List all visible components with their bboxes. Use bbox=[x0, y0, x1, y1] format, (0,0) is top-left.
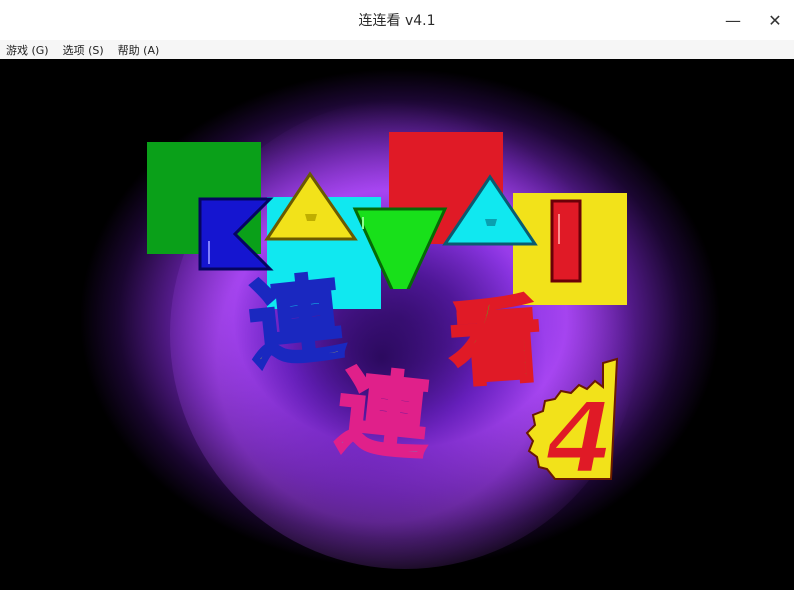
menu-game[interactable]: 游戏 (G) bbox=[6, 42, 49, 58]
logo-letter-i bbox=[550, 199, 582, 283]
menu-bar: 游戏 (G) 选项 (S) 帮助 (A) bbox=[0, 40, 794, 59]
version-number-four: 4 bbox=[543, 380, 617, 497]
kawai-logo bbox=[198, 171, 582, 289]
minimize-icon: — bbox=[725, 10, 741, 30]
menu-help[interactable]: 帮助 (A) bbox=[118, 42, 160, 58]
logo-letter-k bbox=[198, 197, 274, 271]
window-title: 连连看 v4.1 bbox=[358, 13, 436, 29]
menu-options[interactable]: 选项 (S) bbox=[63, 42, 104, 58]
close-icon: ✕ bbox=[768, 10, 782, 30]
close-button[interactable]: ✕ bbox=[760, 6, 790, 34]
title-bar[interactable]: 连连看 v4.1 — ✕ bbox=[0, 0, 794, 40]
minimize-button[interactable]: — bbox=[718, 6, 748, 34]
logo-letter-w bbox=[352, 207, 448, 289]
char-lian-2: 連 bbox=[331, 357, 435, 475]
logo-letter-a1 bbox=[264, 171, 358, 241]
app-window: 连连看 v4.1 — ✕ 游戏 (G) 选项 (S) 帮助 (A) 連 連 看 … bbox=[0, 0, 794, 590]
char-lian-1: 連 bbox=[243, 262, 350, 382]
game-splash-canvas[interactable]: 連 連 看 4 bbox=[0, 59, 794, 590]
logo-letter-a2 bbox=[442, 174, 538, 246]
